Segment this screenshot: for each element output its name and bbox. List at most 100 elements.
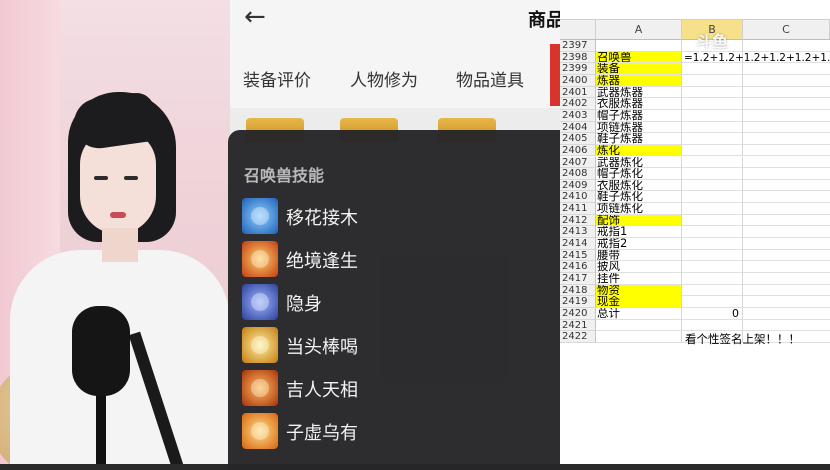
cell-a[interactable]: 武器炼化 bbox=[596, 156, 682, 169]
cell-b[interactable] bbox=[682, 179, 743, 192]
cell-b[interactable] bbox=[682, 98, 743, 110]
cell-c[interactable] bbox=[743, 261, 830, 273]
cell-c[interactable] bbox=[743, 320, 830, 332]
cell-a[interactable]: 物资 bbox=[596, 284, 682, 297]
skill-item[interactable]: 子虚乌有 bbox=[242, 413, 522, 449]
cell-c[interactable] bbox=[743, 145, 830, 157]
cell-a[interactable]: 帽子炼化 bbox=[596, 168, 682, 180]
cell-c[interactable] bbox=[743, 296, 830, 308]
cell-b[interactable]: 0 bbox=[682, 307, 743, 320]
cell-a[interactable]: 鞋子炼器 bbox=[596, 133, 682, 145]
cell-b[interactable] bbox=[682, 214, 743, 227]
cell-a[interactable]: 披风 bbox=[596, 261, 682, 273]
row-number[interactable]: 2401 bbox=[560, 86, 596, 99]
cell-c[interactable] bbox=[743, 98, 830, 110]
row-number[interactable]: 2408 bbox=[560, 168, 596, 180]
row-number[interactable]: 2413 bbox=[560, 226, 596, 239]
row-number[interactable]: 2405 bbox=[560, 133, 596, 145]
cell-c[interactable] bbox=[743, 191, 830, 204]
cell-c[interactable] bbox=[743, 250, 830, 262]
cell-b[interactable] bbox=[682, 74, 743, 87]
cell-b[interactable] bbox=[682, 273, 743, 285]
skill-item[interactable]: 移花接木 bbox=[242, 198, 522, 234]
column-header-c[interactable]: C bbox=[743, 20, 830, 40]
cell-b[interactable] bbox=[682, 156, 743, 169]
cell-b[interactable] bbox=[682, 238, 743, 250]
row-number[interactable]: 2417 bbox=[560, 273, 596, 285]
select-all-corner[interactable] bbox=[560, 20, 596, 40]
cell-b[interactable] bbox=[682, 133, 743, 145]
skill-item[interactable]: 当头棒喝 bbox=[242, 327, 522, 363]
cell-a[interactable]: 召唤兽 bbox=[596, 51, 682, 64]
cell-a[interactable]: 项链炼器 bbox=[596, 121, 682, 134]
cell-c[interactable] bbox=[743, 110, 830, 122]
cell-a[interactable]: 戒指1 bbox=[596, 226, 682, 239]
tab-character-cultivation[interactable]: 人物修为 bbox=[350, 66, 418, 91]
cell-b[interactable] bbox=[682, 319, 743, 332]
cell-c[interactable] bbox=[743, 215, 830, 227]
cell-c[interactable] bbox=[743, 122, 830, 134]
cell-b[interactable] bbox=[682, 284, 743, 297]
row-number[interactable]: 2420 bbox=[560, 307, 596, 320]
cell-a[interactable]: 装备 bbox=[596, 63, 682, 75]
arrow-left-icon[interactable]: ← bbox=[244, 4, 266, 30]
cell-b[interactable] bbox=[682, 144, 743, 157]
skill-item[interactable]: 隐身 bbox=[242, 284, 522, 320]
cell-b[interactable] bbox=[682, 121, 743, 134]
cell-a[interactable]: 帽子炼器 bbox=[596, 109, 682, 122]
row-number[interactable]: 2398 bbox=[560, 51, 596, 64]
cell-note[interactable]: 看个性签名上架！！！ bbox=[682, 331, 800, 347]
cell-a[interactable]: 武器炼器 bbox=[596, 86, 682, 99]
cell-b[interactable] bbox=[682, 191, 743, 204]
cell-a[interactable]: 衣服炼器 bbox=[596, 98, 682, 110]
cell-a[interactable]: 鞋子炼化 bbox=[596, 191, 682, 204]
cell-a[interactable]: 项链炼化 bbox=[596, 203, 682, 215]
cell-b[interactable] bbox=[682, 249, 743, 262]
column-header-a[interactable]: A bbox=[596, 20, 682, 40]
row-number[interactable]: 2410 bbox=[560, 191, 596, 204]
row-number[interactable]: 2414 bbox=[560, 238, 596, 250]
skill-item[interactable]: 吉人天相 bbox=[242, 370, 522, 406]
cell-b[interactable] bbox=[682, 226, 743, 239]
cell-b[interactable] bbox=[682, 109, 743, 122]
cell-b[interactable] bbox=[682, 86, 743, 99]
cell-a[interactable]: 炼器 bbox=[596, 74, 682, 87]
row-number[interactable]: 2406 bbox=[560, 144, 596, 157]
row-number[interactable]: 2421 bbox=[560, 319, 596, 332]
cell-c[interactable] bbox=[743, 285, 830, 297]
cell-a[interactable]: 现金 bbox=[596, 296, 682, 308]
cell-a[interactable]: 挂件 bbox=[596, 273, 682, 285]
cell-a[interactable]: 炼化 bbox=[596, 144, 682, 157]
tab-equipment-rating[interactable]: 装备评价 bbox=[243, 66, 311, 91]
cell-c[interactable] bbox=[743, 133, 830, 145]
row-number[interactable]: 2412 bbox=[560, 214, 596, 227]
cell-c[interactable] bbox=[743, 203, 830, 215]
cell-a[interactable]: 总计 bbox=[596, 307, 682, 320]
cell-c[interactable] bbox=[743, 180, 830, 192]
cell-a[interactable] bbox=[596, 331, 682, 343]
row-number[interactable]: 2403 bbox=[560, 109, 596, 122]
cell-b[interactable] bbox=[682, 261, 743, 273]
cell-c[interactable] bbox=[743, 87, 830, 99]
cell-c[interactable] bbox=[743, 226, 830, 239]
cell-a[interactable]: 戒指2 bbox=[596, 238, 682, 250]
skill-item[interactable]: 绝境逢生 bbox=[242, 241, 522, 277]
row-number[interactable]: 2399 bbox=[560, 63, 596, 75]
cell-c[interactable] bbox=[743, 157, 830, 169]
cell-a[interactable]: 配饰 bbox=[596, 214, 682, 227]
row-number[interactable]: 2407 bbox=[560, 156, 596, 169]
row-number[interactable]: 2422 bbox=[560, 331, 596, 343]
cell-b[interactable] bbox=[682, 168, 743, 180]
row-number[interactable]: 2416 bbox=[560, 261, 596, 273]
cell-c[interactable] bbox=[743, 168, 830, 180]
cell-formula[interactable]: =1.2+1.2+1.2+1.2+1.2+1.2+1.2+1.2 bbox=[682, 52, 830, 64]
cell-c[interactable] bbox=[743, 63, 830, 75]
cell-c[interactable] bbox=[743, 273, 830, 285]
cell-a[interactable]: 腰带 bbox=[596, 249, 682, 262]
row-number[interactable]: 2415 bbox=[560, 249, 596, 262]
cell-b[interactable] bbox=[682, 203, 743, 215]
cell-c[interactable] bbox=[743, 238, 830, 250]
tab-items[interactable]: 物品道具 bbox=[456, 66, 524, 91]
cell-a[interactable]: 衣服炼化 bbox=[596, 179, 682, 192]
row-number[interactable]: 2402 bbox=[560, 98, 596, 110]
